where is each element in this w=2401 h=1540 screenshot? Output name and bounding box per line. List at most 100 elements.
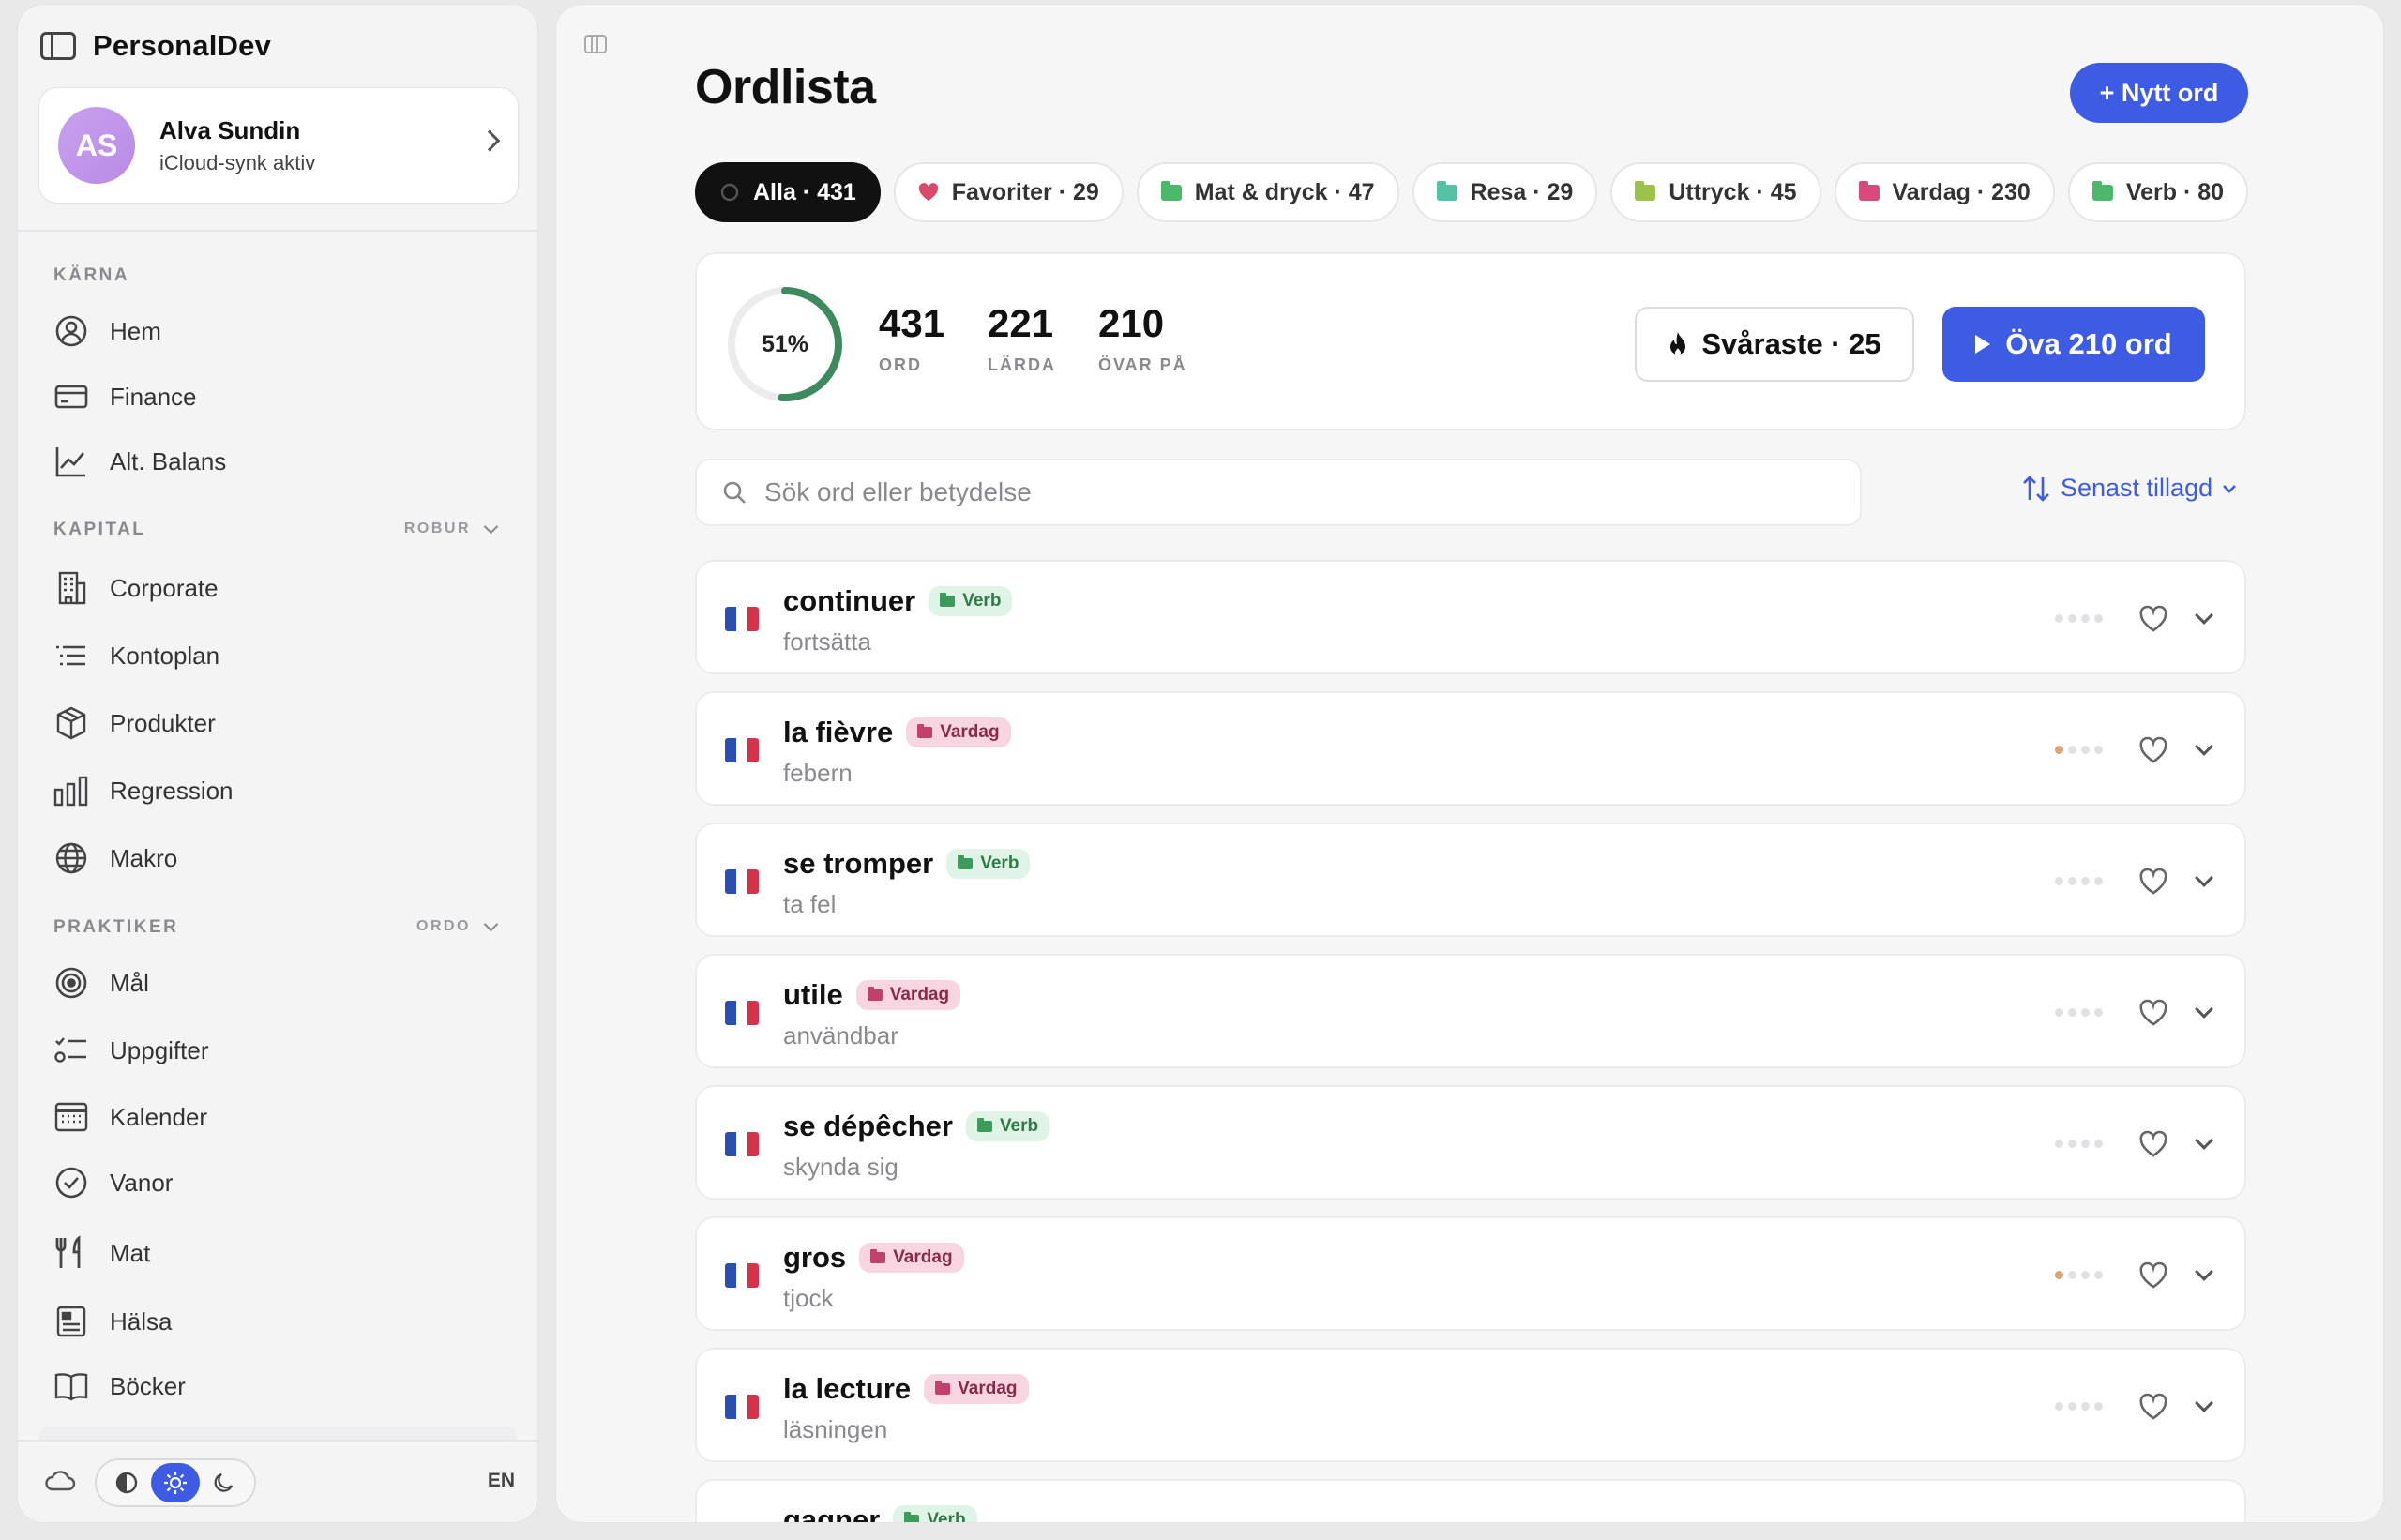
theme-auto-button[interactable] [102, 1463, 151, 1502]
main-panel: Ordlista + Nytt ord Alla · 431 Favoriter … [555, 4, 2384, 1523]
sidebar-item-bocker[interactable]: Böcker [53, 1368, 186, 1404]
list-icon [56, 645, 85, 666]
sidebar-item-label: Kontoplan [110, 641, 220, 670]
chevron-down-icon [483, 916, 499, 931]
filter-chip[interactable]: Uttryck · 45 [1610, 162, 1821, 222]
chevron-down-icon[interactable] [2195, 868, 2213, 887]
calendar-icon [54, 1102, 88, 1132]
sidebar-item-corporate[interactable]: Corporate [53, 570, 219, 606]
sidebar-item-alt-balans[interactable]: Alt. Balans [53, 444, 226, 479]
bar-chart-icon [53, 776, 88, 807]
sort-dropdown[interactable]: Senast tillagd [2021, 474, 2237, 503]
sidebar-item-kalender[interactable]: Kalender [53, 1099, 207, 1135]
search-input[interactable] [764, 477, 1796, 507]
word-row[interactable]: gagner Verb [695, 1479, 2246, 1523]
filter-chip[interactable]: Mat & dryck · 47 [1136, 162, 1399, 222]
category-tag[interactable]: Vardag [924, 1374, 1029, 1404]
category-tag[interactable]: Vardag [855, 980, 961, 1010]
chevron-down-icon[interactable] [2195, 1262, 2213, 1281]
chevron-down-icon[interactable] [2195, 1000, 2213, 1019]
mastery-dot [2068, 614, 2076, 623]
heart-outline-icon[interactable] [2137, 997, 2169, 1029]
word-row[interactable]: se dépêcher Verb skynda sig [695, 1085, 2246, 1200]
heart-outline-icon[interactable] [2137, 1260, 2169, 1291]
sidebar-item-makro[interactable]: Makro [53, 840, 177, 876]
sidebar-item-halsa[interactable]: Hälsa [53, 1304, 172, 1339]
heart-outline-icon[interactable] [2137, 866, 2169, 898]
sort-arrows-icon [2023, 475, 2049, 502]
category-tag[interactable]: Verb [965, 1111, 1050, 1141]
heart-outline-icon[interactable] [2137, 603, 2169, 635]
new-word-button[interactable]: + Nytt ord [2070, 63, 2248, 123]
heart-outline-icon[interactable] [2137, 1128, 2169, 1160]
folder-icon [935, 1381, 951, 1395]
chevron-down-icon[interactable] [2195, 737, 2213, 756]
cloud-icon[interactable] [44, 1468, 76, 1492]
search-icon [723, 481, 746, 504]
sidebar-item-hem[interactable]: Hem [53, 313, 161, 349]
profile-card[interactable]: AS Alva Sundin iCloud-synk aktiv [38, 87, 519, 204]
chevron-down-icon[interactable] [2195, 1131, 2213, 1150]
filter-chip-label: Uttryck · 45 [1669, 178, 1797, 205]
category-tag[interactable]: Vardag [906, 717, 1011, 747]
sidebar-item-regression[interactable]: Regression [53, 773, 234, 808]
panel-columns-icon[interactable] [584, 35, 607, 53]
word-meaning: fortsätta [783, 627, 871, 656]
language-switch[interactable]: EN [488, 1470, 515, 1492]
sidebar-item-label: Kalender [110, 1102, 208, 1131]
french-flag-icon [725, 1395, 759, 1419]
theme-dark-button[interactable] [200, 1463, 249, 1502]
sidebar-item-uppgifter[interactable]: Uppgifter [53, 1033, 209, 1068]
word-row[interactable]: se tromper Verb ta fel [695, 823, 2246, 937]
category-tag[interactable]: Vardag [859, 1243, 964, 1273]
word-row[interactable]: la fièvre Vardag febern [695, 691, 2246, 806]
sidebar-item-finance[interactable]: Finance [53, 379, 197, 415]
stat-words: 431 ORD [879, 301, 944, 375]
filter-chip[interactable]: Resa · 29 [1412, 162, 1598, 222]
category-tag[interactable]: Verb [893, 1505, 977, 1522]
category-tag[interactable]: Verb [946, 849, 1031, 879]
mastery-dot [2094, 1402, 2103, 1411]
mastery-dot [2068, 746, 2076, 754]
sidebar-item-vanor[interactable]: Vanor [53, 1165, 173, 1200]
filter-chip[interactable]: Favoriter · 29 [893, 162, 1124, 222]
sidebar-item-produkter[interactable]: Produkter [53, 705, 216, 741]
sidebar-item-kontoplan[interactable]: Kontoplan [53, 638, 219, 673]
progress-label: 51% [761, 330, 809, 357]
credit-card-icon [54, 385, 88, 409]
sun-icon [164, 1472, 187, 1494]
category-tag-label: Vardag [893, 1247, 953, 1267]
theme-light-button[interactable] [151, 1463, 200, 1502]
theme-toggle[interactable] [95, 1458, 256, 1507]
filter-chip[interactable]: Alla · 431 [695, 162, 881, 222]
mastery-level [2055, 746, 2103, 754]
search-box[interactable] [695, 459, 1862, 526]
sidebar-item-mat[interactable]: Mat [53, 1235, 150, 1271]
mastery-dot [2094, 746, 2103, 754]
word-row[interactable]: continuer Verb fortsätta [695, 560, 2246, 674]
section-toggle-kapital[interactable]: ROBUR [404, 519, 499, 537]
mastery-dot [2055, 1140, 2063, 1148]
sidebar-item-label: Vanor [110, 1168, 174, 1197]
section-toggle-praktiker[interactable]: ORDO [416, 916, 499, 935]
word-row[interactable]: utile Vardag användbar [695, 954, 2246, 1068]
sidebar-item-mal[interactable]: Mål [53, 965, 149, 1001]
word-meaning: febern [783, 759, 853, 787]
chevron-down-icon[interactable] [2195, 606, 2213, 625]
practice-button[interactable]: Öva 210 ord [1942, 307, 2205, 382]
hardest-words-button[interactable]: Svåraste · 25 [1635, 307, 1914, 382]
filter-chips: Alla · 431 Favoriter · 29 Mat & dryck · 47… [695, 162, 2250, 224]
heart-outline-icon[interactable] [2137, 1391, 2169, 1423]
filter-chip[interactable]: Verb · 80 [2067, 162, 2249, 222]
sidebar-toggle-icon[interactable] [40, 32, 76, 60]
category-tag[interactable]: Verb [929, 586, 1013, 616]
heart-outline-icon[interactable] [2137, 1522, 2169, 1523]
mastery-dot [2068, 877, 2076, 885]
hardest-words-label: Svåraste · 25 [1701, 327, 1881, 360]
mastery-dot [2068, 1008, 2076, 1017]
filter-chip[interactable]: Vardag · 230 [1834, 162, 2055, 222]
word-row[interactable]: gros Vardag tjock [695, 1216, 2246, 1331]
chevron-down-icon[interactable] [2195, 1394, 2213, 1412]
heart-outline-icon[interactable] [2137, 734, 2169, 766]
word-row[interactable]: la lecture Vardag läsningen [695, 1348, 2246, 1462]
